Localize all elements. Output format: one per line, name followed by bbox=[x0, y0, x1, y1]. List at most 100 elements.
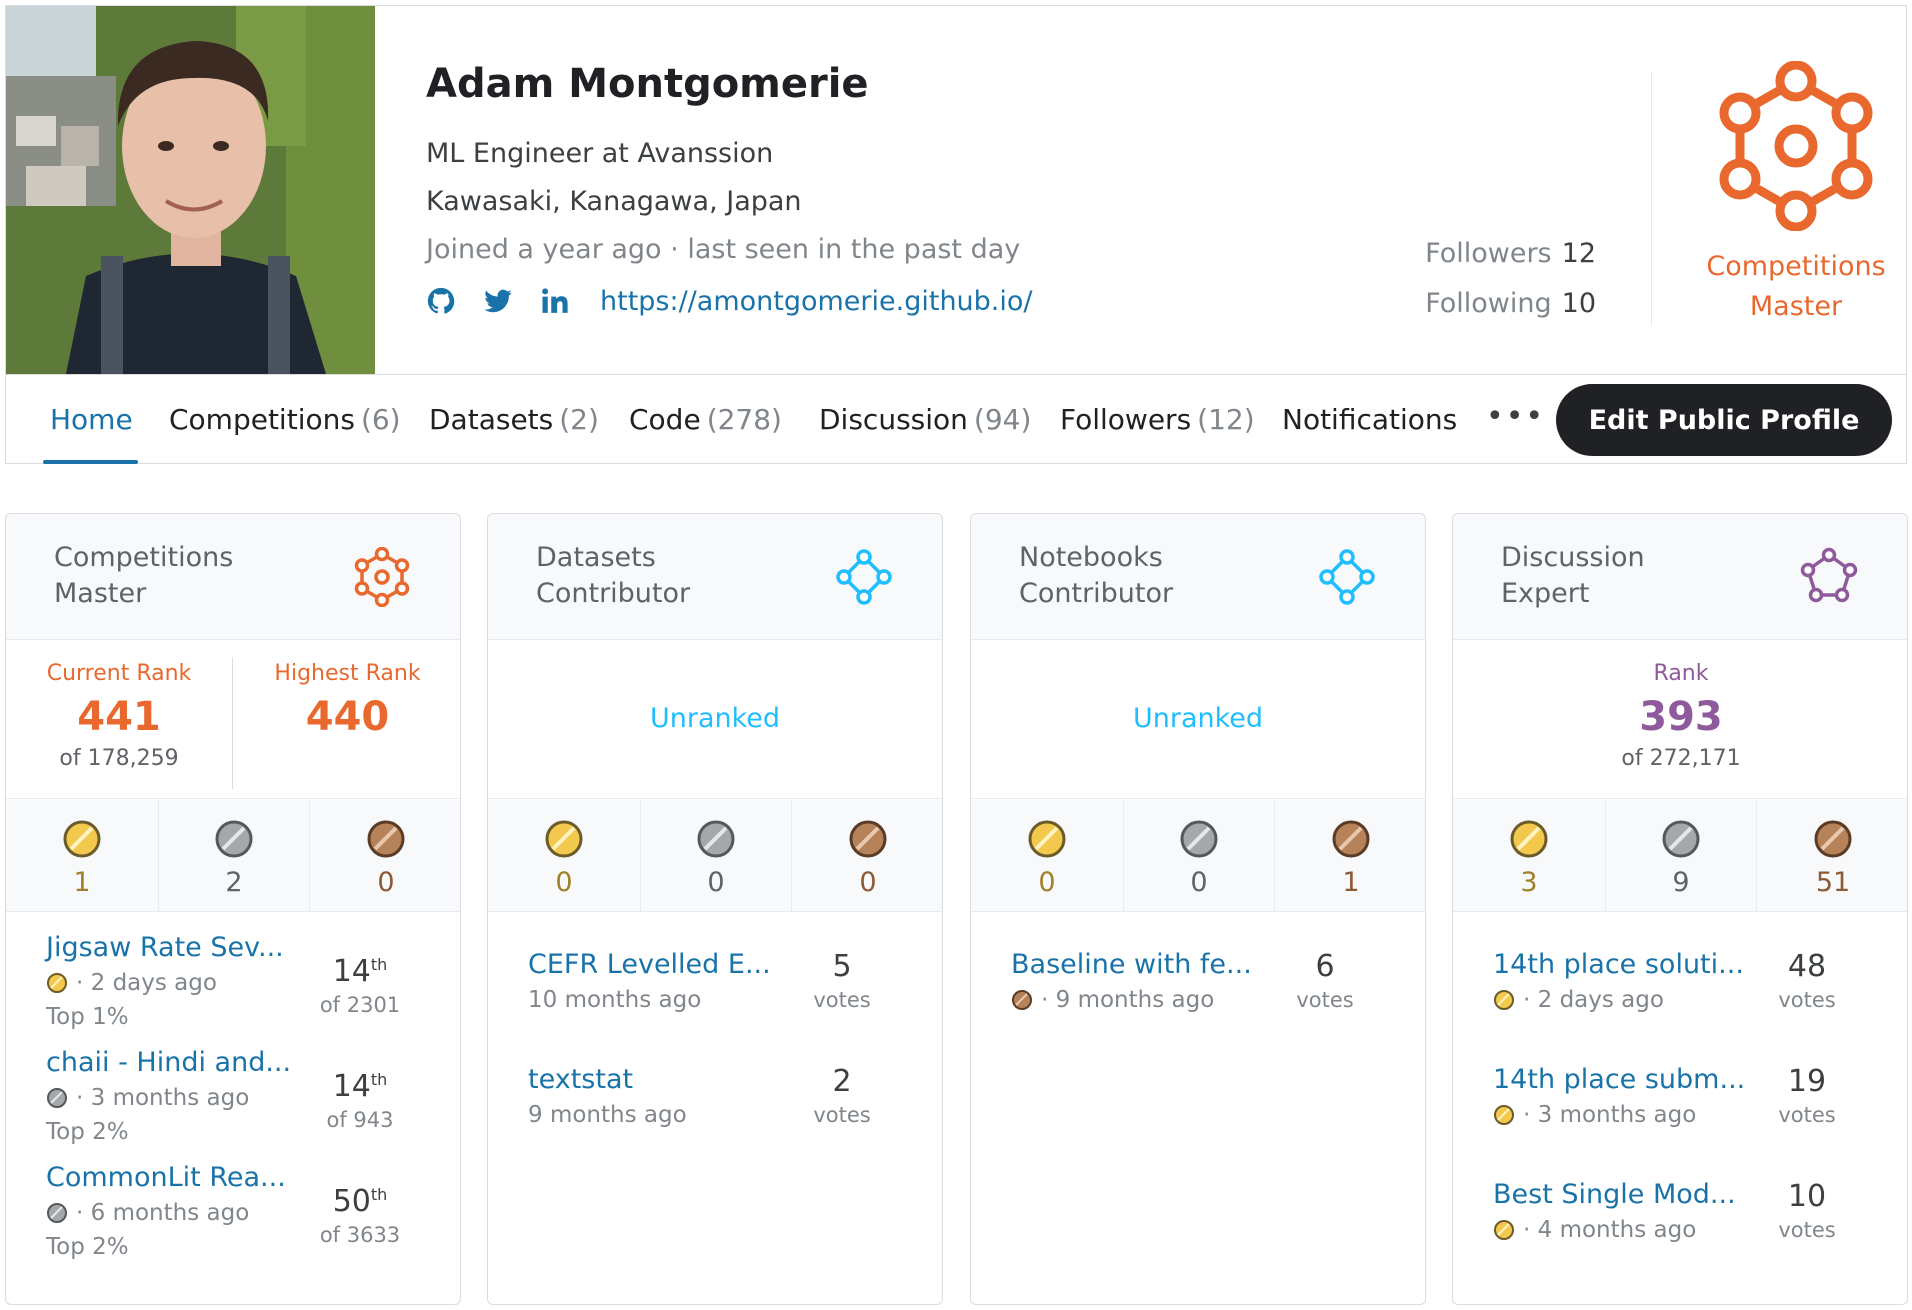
social-links: https://amontgomerie.github.io/ bbox=[426, 284, 1033, 318]
list-item[interactable]: textstat 9 months ago 2 votes bbox=[488, 1064, 942, 1174]
item-time: · 6 months ago bbox=[76, 1200, 250, 1226]
item-title[interactable]: Jigsaw Rate Sev... bbox=[46, 932, 284, 963]
item-meta: 9 months ago bbox=[528, 1102, 687, 1128]
rank-area: Unranked bbox=[971, 641, 1425, 799]
item-title[interactable]: textstat bbox=[528, 1064, 633, 1095]
silver-medals: 9 bbox=[1605, 800, 1757, 912]
current-rank-label: Current Rank bbox=[46, 661, 192, 686]
twitter-icon[interactable] bbox=[483, 286, 513, 316]
unranked-label: Unranked bbox=[1132, 703, 1264, 734]
tier-badge: Competitions Master bbox=[1696, 61, 1896, 327]
profile-name: Adam Montgomerie bbox=[426, 61, 869, 107]
silver-medals: 0 bbox=[1123, 800, 1275, 912]
item-rank: 14th of 2301 bbox=[300, 954, 420, 1017]
notebooks-contributor-icon bbox=[1317, 547, 1377, 607]
tab-code[interactable]: Code (278) bbox=[629, 403, 782, 436]
item-title[interactable]: 14th place soluti... bbox=[1493, 949, 1744, 980]
medal-row: 0 0 1 bbox=[971, 800, 1425, 912]
tab-notifications[interactable]: Notifications bbox=[1282, 403, 1457, 436]
item-votes: 5 votes bbox=[782, 949, 902, 1012]
tab-code-label: Code bbox=[629, 403, 701, 436]
item-rank-value: 50 bbox=[332, 1184, 371, 1219]
item-votes: 10 votes bbox=[1747, 1179, 1867, 1242]
rank-area: Rank 393 of 272,171 bbox=[1453, 641, 1907, 799]
avatar[interactable] bbox=[6, 6, 375, 374]
list-item[interactable]: chaii - Hindi and... · 3 months ago Top … bbox=[6, 1047, 460, 1157]
website-link[interactable]: https://amontgomerie.github.io/ bbox=[600, 286, 1033, 317]
current-rank-value: 441 bbox=[77, 694, 161, 740]
medal-row: 0 0 0 bbox=[488, 800, 942, 912]
following-stat[interactable]: Following 10 bbox=[1425, 288, 1596, 319]
item-votes-label: votes bbox=[1778, 988, 1836, 1012]
list-item[interactable]: 14th place soluti... · 2 days ago 48 vot… bbox=[1453, 949, 1907, 1059]
followers-stat[interactable]: Followers 12 bbox=[1425, 238, 1596, 269]
item-time: · 2 days ago bbox=[1523, 987, 1664, 1013]
silver-medal-icon bbox=[696, 819, 736, 859]
item-meta: · 3 months ago bbox=[46, 1085, 249, 1111]
item-meta: · 2 days ago bbox=[46, 970, 217, 996]
bronze-medals: 0 bbox=[792, 800, 942, 912]
location-text: Kawasaki, Kanagawa, Japan bbox=[426, 186, 802, 217]
item-rank: 14th of 943 bbox=[300, 1069, 420, 1132]
rank-value: 393 bbox=[1639, 694, 1723, 740]
item-title[interactable]: Baseline with fe... bbox=[1011, 949, 1252, 980]
edit-public-profile-button[interactable]: Edit Public Profile bbox=[1556, 384, 1892, 456]
card-title: Datasets Contributor bbox=[536, 542, 691, 609]
item-votes-value: 10 bbox=[1787, 1179, 1827, 1214]
gold-medals: 3 bbox=[1453, 800, 1605, 912]
card-header: Competitions Master bbox=[6, 514, 460, 640]
item-time: · 4 months ago bbox=[1523, 1217, 1697, 1243]
item-title[interactable]: Best Single Mod... bbox=[1493, 1179, 1736, 1210]
card-title: Discussion Expert bbox=[1501, 542, 1645, 609]
list-item[interactable]: CEFR Levelled E... 10 months ago 5 votes bbox=[488, 949, 942, 1059]
item-title[interactable]: chaii - Hindi and... bbox=[46, 1047, 291, 1078]
item-votes: 2 votes bbox=[782, 1064, 902, 1127]
bronze-medal-count: 0 bbox=[859, 867, 877, 898]
item-title[interactable]: CommonLit Rea... bbox=[46, 1162, 286, 1193]
gold-medals: 0 bbox=[488, 800, 640, 912]
card-header: Datasets Contributor bbox=[488, 514, 942, 640]
list-item[interactable]: Best Single Mod... · 4 months ago 10 vot… bbox=[1453, 1179, 1907, 1289]
item-votes-label: votes bbox=[1778, 1103, 1836, 1127]
competitions-card: Competitions Master Current Rank 441 of … bbox=[5, 513, 461, 1305]
list-item[interactable]: Baseline with fe... · 9 months ago 6 vot… bbox=[971, 949, 1425, 1059]
item-votes-value: 2 bbox=[832, 1064, 852, 1099]
silver-medals: 2 bbox=[158, 800, 310, 912]
item-votes: 6 votes bbox=[1265, 949, 1385, 1012]
item-rank-of: of 3633 bbox=[319, 1223, 401, 1247]
tab-datasets-count: (2) bbox=[559, 403, 599, 436]
item-time: 9 months ago bbox=[528, 1102, 687, 1128]
medal-row: 1 2 0 bbox=[6, 800, 460, 912]
github-icon[interactable] bbox=[426, 286, 456, 316]
list-item[interactable]: Jigsaw Rate Sev... · 2 days ago Top 1% 1… bbox=[6, 932, 460, 1042]
tab-competitions[interactable]: Competitions (6) bbox=[169, 403, 401, 436]
gold-medal-count: 0 bbox=[1038, 867, 1056, 898]
silver-medal-count: 2 bbox=[225, 867, 243, 898]
item-title[interactable]: CEFR Levelled E... bbox=[528, 949, 771, 980]
list-item[interactable]: CommonLit Rea... · 6 months ago Top 2% 5… bbox=[6, 1162, 460, 1272]
datasets-contributor-icon bbox=[834, 547, 894, 607]
gold-medals: 0 bbox=[971, 800, 1123, 912]
item-title[interactable]: 14th place subm... bbox=[1493, 1064, 1745, 1095]
tab-datasets-label: Datasets bbox=[429, 403, 554, 436]
more-tabs-button[interactable]: ••• bbox=[1486, 399, 1545, 434]
tab-discussion[interactable]: Discussion (94) bbox=[819, 403, 1031, 436]
highest-rank: Highest Rank 440 bbox=[233, 661, 460, 740]
gold-medal-count: 1 bbox=[73, 867, 91, 898]
bronze-medal-icon bbox=[1331, 819, 1371, 859]
tab-datasets[interactable]: Datasets (2) bbox=[429, 403, 599, 436]
card-title: Competitions Master bbox=[54, 542, 234, 609]
item-rank-suffix: th bbox=[370, 955, 388, 974]
tab-followers[interactable]: Followers (12) bbox=[1060, 403, 1255, 436]
competitions-master-icon bbox=[352, 547, 412, 607]
linkedin-icon[interactable] bbox=[540, 286, 570, 316]
item-votes-label: votes bbox=[813, 988, 871, 1012]
gold-medal-count: 0 bbox=[555, 867, 573, 898]
list-item[interactable]: 14th place subm... · 3 months ago 19 vot… bbox=[1453, 1064, 1907, 1174]
discussion-card: Discussion Expert Rank 393 of 272,171 3 … bbox=[1452, 513, 1908, 1305]
card-header: Notebooks Contributor bbox=[971, 514, 1425, 640]
item-votes-label: votes bbox=[813, 1103, 871, 1127]
item-rank-suffix: th bbox=[370, 1185, 388, 1204]
tab-home[interactable]: Home bbox=[50, 403, 133, 436]
tab-code-count: (278) bbox=[706, 403, 782, 436]
